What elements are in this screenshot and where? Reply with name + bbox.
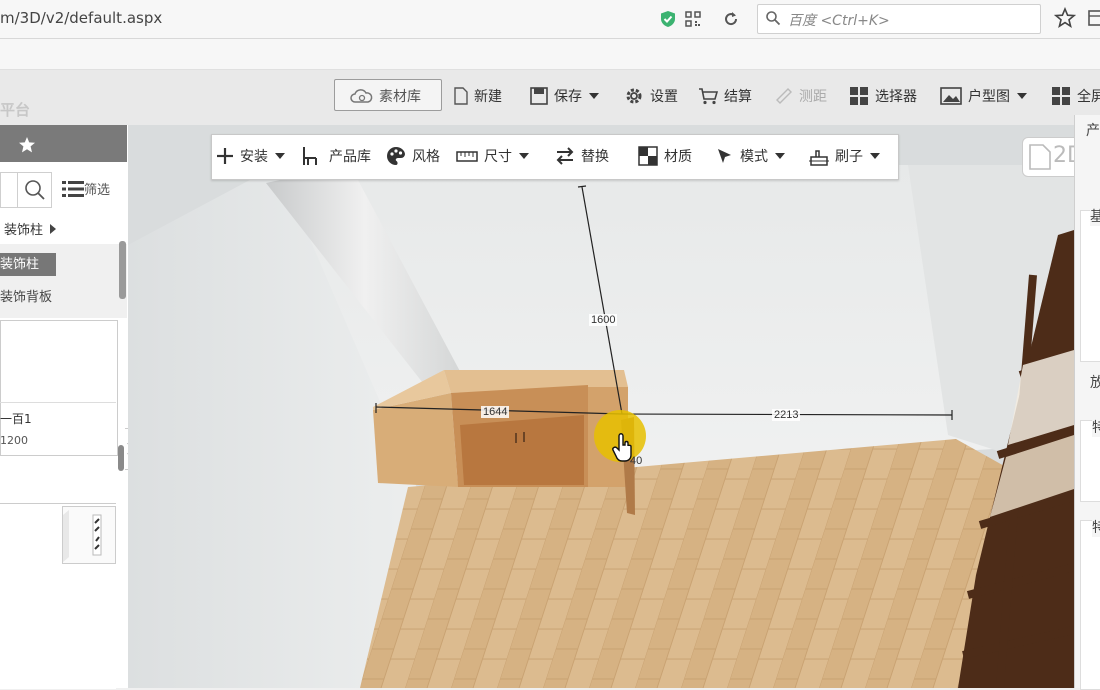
product-search-button[interactable] bbox=[17, 172, 52, 208]
qr-code-icon[interactable] bbox=[685, 11, 701, 27]
ruler-icon bbox=[456, 151, 478, 162]
right-panel-section bbox=[1080, 210, 1100, 362]
save-button[interactable]: 保存 bbox=[530, 84, 599, 108]
floorplan-label: 户型图 bbox=[968, 89, 1010, 105]
gear-icon bbox=[626, 88, 642, 104]
save-label: 保存 bbox=[554, 89, 582, 105]
product-name: 一百1 bbox=[0, 412, 32, 426]
image-icon bbox=[940, 87, 962, 105]
fullscreen-button[interactable]: 全屏 bbox=[1051, 84, 1100, 108]
search-icon bbox=[765, 10, 781, 26]
product-library-label: 产品库 bbox=[329, 149, 371, 165]
product-thumbnail[interactable] bbox=[62, 506, 116, 564]
plus-icon bbox=[217, 148, 233, 164]
material-library-item[interactable]: 素材库 bbox=[349, 84, 421, 108]
new-button[interactable]: 新建 bbox=[454, 84, 502, 108]
install-label: 安装 bbox=[240, 149, 268, 165]
right-panel-label: 放 bbox=[1090, 375, 1100, 391]
checkout-button[interactable]: 结算 bbox=[698, 84, 752, 108]
save-icon bbox=[530, 87, 548, 105]
filter-button[interactable]: 筛选 bbox=[62, 179, 110, 198]
product-size: 1200 bbox=[0, 434, 28, 447]
new-label: 新建 bbox=[474, 89, 502, 105]
measure-button[interactable]: 测距 bbox=[775, 84, 827, 108]
category-item-selected[interactable]: 装饰柱 bbox=[0, 253, 56, 276]
right-panel-label: 产 bbox=[1086, 123, 1100, 139]
new-file-icon bbox=[454, 87, 468, 105]
right-panel-label: 特 bbox=[1092, 417, 1100, 437]
measure-label: 测距 bbox=[799, 89, 827, 105]
mode-button[interactable]: 模式 bbox=[716, 144, 785, 168]
category-breadcrumb[interactable]: 装饰柱 bbox=[4, 219, 57, 238]
mode-label: 模式 bbox=[740, 149, 768, 165]
dimension-height-label: 1600 bbox=[589, 314, 618, 326]
chevron-down-icon bbox=[275, 153, 285, 159]
chevron-down-icon bbox=[775, 153, 785, 159]
dimension-depth-label: 40 bbox=[630, 455, 643, 467]
3d-scene[interactable] bbox=[128, 125, 1074, 688]
fullscreen-label: 全屏 bbox=[1077, 89, 1100, 105]
platform-title: 平台 bbox=[0, 101, 31, 119]
cursor-arrow-icon bbox=[718, 149, 731, 163]
brush-button[interactable]: 刷子 bbox=[807, 144, 880, 168]
list-icon bbox=[62, 180, 84, 197]
checker-icon bbox=[638, 146, 658, 166]
floorplan-button[interactable]: 户型图 bbox=[940, 84, 1027, 108]
page-icon bbox=[1029, 144, 1051, 170]
filter-label: 筛选 bbox=[84, 183, 111, 198]
checkout-label: 结算 bbox=[724, 89, 752, 105]
size-label: 尺寸 bbox=[484, 149, 512, 165]
palette-icon bbox=[387, 146, 405, 165]
chevron-down-icon bbox=[519, 153, 529, 159]
right-panel-label: 基 bbox=[1090, 206, 1100, 226]
category-item[interactable]: 装饰背板 bbox=[0, 286, 52, 305]
address-bar-url[interactable]: m/3D/v2/default.aspx bbox=[0, 9, 162, 27]
style-button[interactable]: 风格 bbox=[386, 144, 440, 168]
dimension-left-width-label: 1644 bbox=[481, 406, 510, 418]
chevron-down-icon bbox=[870, 153, 880, 159]
selector-label: 选择器 bbox=[875, 89, 917, 105]
grid-icon bbox=[850, 87, 868, 105]
ruler-icon bbox=[776, 88, 792, 104]
replace-button[interactable]: 替换 bbox=[555, 144, 609, 168]
product-library-button[interactable]: 产品库 bbox=[301, 144, 371, 168]
chevron-down-icon bbox=[1017, 93, 1027, 99]
chair-icon bbox=[303, 147, 317, 165]
dimension-right-width-label: 2213 bbox=[772, 409, 801, 421]
product-scrollbar[interactable] bbox=[118, 445, 124, 471]
security-shield-icon bbox=[660, 10, 676, 28]
category-scrollbar[interactable] bbox=[119, 241, 126, 299]
selector-button[interactable]: 选择器 bbox=[849, 84, 917, 108]
brush-label: 刷子 bbox=[835, 149, 863, 165]
replace-label: 替换 bbox=[581, 149, 609, 165]
right-panel-section bbox=[1080, 520, 1100, 690]
bookmarks-strip bbox=[0, 39, 1100, 70]
reload-icon[interactable] bbox=[722, 10, 740, 28]
cloud-icon bbox=[350, 89, 373, 103]
size-button[interactable]: 尺寸 bbox=[456, 144, 529, 168]
material-button[interactable]: 材质 bbox=[638, 144, 692, 168]
settings-label: 设置 bbox=[650, 89, 678, 105]
browser-search-placeholder: 百度 <Ctrl+K> bbox=[788, 13, 890, 29]
swap-icon bbox=[556, 147, 574, 165]
3d-viewport[interactable] bbox=[128, 125, 1074, 688]
grid-icon bbox=[1052, 87, 1070, 105]
extension-icon[interactable] bbox=[1088, 10, 1100, 26]
favorite-star-icon[interactable] bbox=[18, 136, 36, 154]
material-library-label: 素材库 bbox=[379, 89, 421, 105]
style-label: 风格 bbox=[412, 149, 440, 165]
settings-button[interactable]: 设置 bbox=[624, 84, 678, 108]
chevron-down-icon bbox=[589, 93, 599, 99]
paint-roller-icon bbox=[809, 150, 829, 166]
product-card-divider bbox=[0, 402, 116, 403]
install-button[interactable]: 安装 bbox=[216, 144, 285, 168]
bookmark-star-icon[interactable] bbox=[1053, 6, 1077, 29]
view-2d-button[interactable]: 2D bbox=[1022, 137, 1084, 177]
search-icon bbox=[25, 180, 45, 200]
material-label: 材质 bbox=[664, 149, 692, 165]
cart-icon bbox=[699, 88, 718, 105]
right-panel-label: 特 bbox=[1092, 517, 1100, 537]
caret-right-icon bbox=[50, 224, 57, 234]
category-breadcrumb-label: 装饰柱 bbox=[4, 223, 44, 238]
